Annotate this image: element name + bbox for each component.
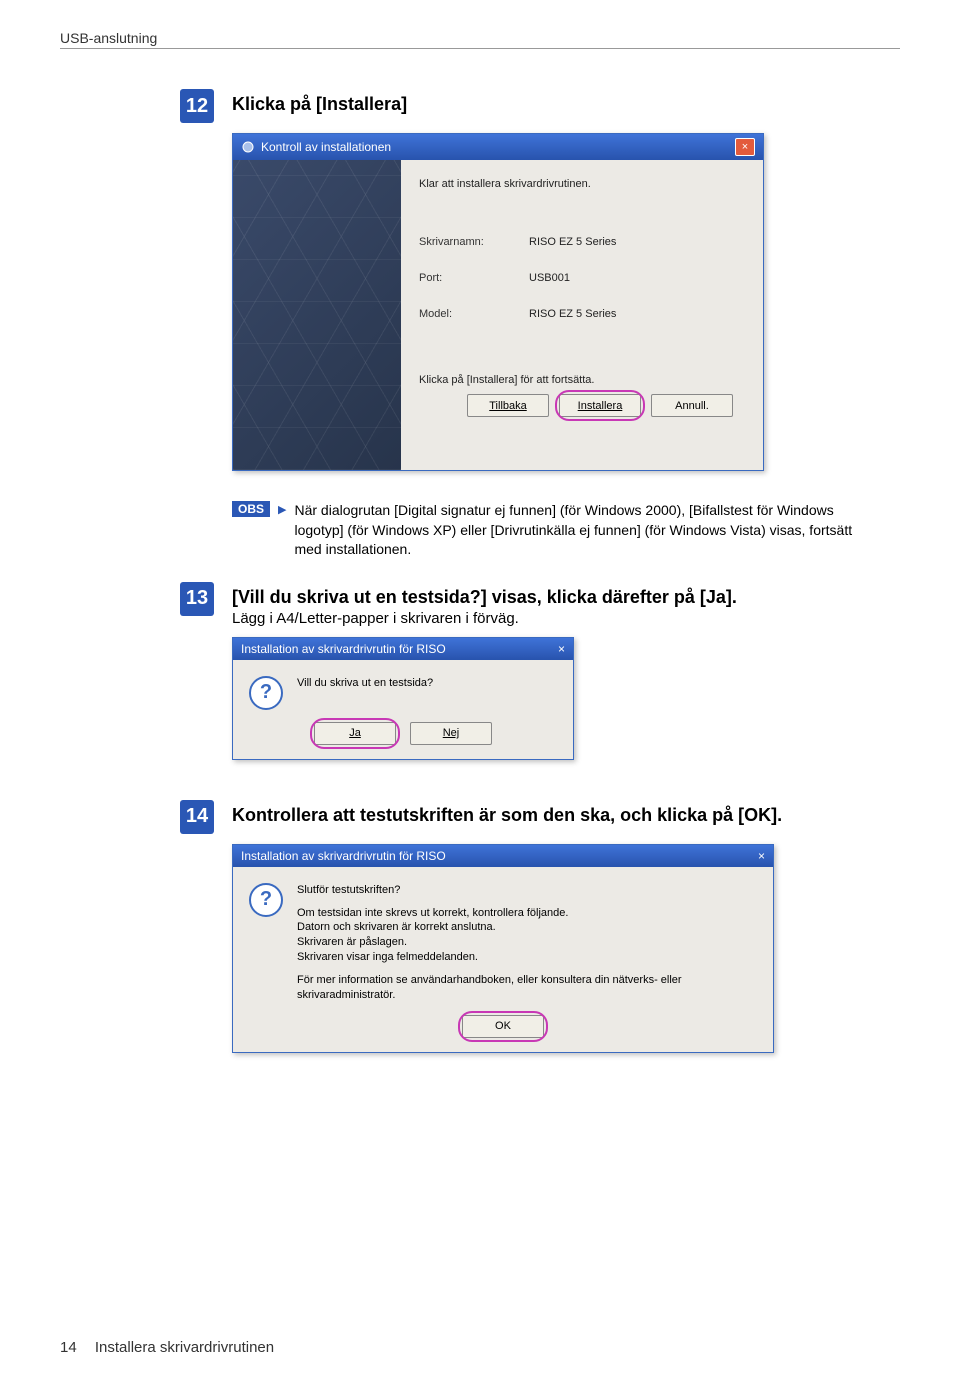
step-14-heading: Kontrollera att testutskriften är som de… [232,800,782,826]
header-rule [60,48,900,49]
finish-l5: För mer information se användarhandboken… [297,973,757,1003]
install-dialog-content: Klar att installera skrivardrivrutinen. … [401,160,763,470]
step-14: 14 Kontrollera att testutskriften är som… [180,800,870,834]
install-dialog-buttons: Tillbaka Installera Annull. [419,386,745,429]
finish-l1: Om testsidan inte skrevs ut korrekt, kon… [297,906,757,921]
install-dialog-title-text: Kontroll av installationen [261,140,391,154]
ok-button[interactable]: OK [462,1015,544,1038]
value-printer-name: RISO EZ 5 Series [529,236,616,248]
page-footer: 14 Installera skrivardrivrutinen [60,1339,274,1356]
close-icon[interactable]: × [735,138,755,156]
finish-l4: Skrivaren visar inga felmeddelanden. [297,950,757,965]
section-header: USB-anslutning [60,30,900,46]
label-model: Model: [419,308,529,320]
installer-side-graphic [233,160,401,470]
label-port: Port: [419,272,529,284]
step-13-heading: [Vill du skriva ut en testsida?] visas, … [232,582,737,608]
step-number-box: 13 [180,582,214,616]
finish-dialog: Installation av skrivardrivrutin för RIS… [232,844,774,1053]
install-dialog-title: Kontroll av installationen [241,140,391,154]
step-12-heading: Klicka på [Installera] [232,89,407,115]
install-hint-text: Klicka på [Installera] för att fortsätta… [419,374,745,386]
testpage-dialog: Installation av skrivardrivrutin för RIS… [232,637,574,760]
footer-text: Installera skrivardrivrutinen [95,1339,274,1356]
value-model: RISO EZ 5 Series [529,308,616,320]
testpage-question: Vill du skriva ut en testsida? [297,676,433,710]
value-port: USB001 [529,272,570,284]
back-button[interactable]: Tillbaka [467,394,549,417]
testpage-dialog-title-text: Installation av skrivardrivrutin för RIS… [241,642,446,656]
chevron-right-icon: ▶ [278,503,286,516]
finish-l2: Datorn och skrivaren är korrekt anslutna… [297,920,757,935]
installer-icon [241,140,255,154]
step-13-sub: Lägg i A4/Letter-papper i skrivaren i fö… [232,610,737,627]
obs-note: OBS ▶ När dialogrutan [Digital signatur … [232,501,870,560]
question-icon: ? [249,883,283,917]
step-12: 12 Klicka på [Installera] [180,89,870,123]
obs-tag: OBS [232,501,270,517]
obs-text: När dialogrutan [Digital signatur ej fun… [294,501,870,560]
question-icon: ? [249,676,283,710]
label-printer-name: Skrivarnamn: [419,236,529,248]
testpage-dialog-titlebar: Installation av skrivardrivrutin för RIS… [233,638,573,660]
finish-q: Slutför testutskriften? [297,883,757,898]
finish-l3: Skrivaren är påslagen. [297,935,757,950]
no-button[interactable]: Nej [410,722,492,745]
install-button[interactable]: Installera [559,394,641,417]
install-dialog-titlebar: Kontroll av installationen × [233,134,763,160]
step-13: 13 [Vill du skriva ut en testsida?] visa… [180,582,870,627]
step-number-box: 12 [180,89,214,123]
cancel-button[interactable]: Annull. [651,394,733,417]
install-intro-text: Klar att installera skrivardrivrutinen. [419,178,745,190]
yes-button[interactable]: Ja [314,722,396,745]
page-number: 14 [60,1339,77,1356]
finish-dialog-titlebar: Installation av skrivardrivrutin för RIS… [233,845,773,867]
close-icon[interactable]: × [558,642,565,656]
finish-dialog-title-text: Installation av skrivardrivrutin för RIS… [241,849,446,863]
install-dialog: Kontroll av installationen × Klar att in… [232,133,764,471]
finish-dialog-text: Slutför testutskriften? Om testsidan int… [297,883,757,1003]
step-number-box: 14 [180,800,214,834]
install-dialog-body: Klar att installera skrivardrivrutinen. … [233,160,763,470]
close-icon[interactable]: × [758,849,765,863]
